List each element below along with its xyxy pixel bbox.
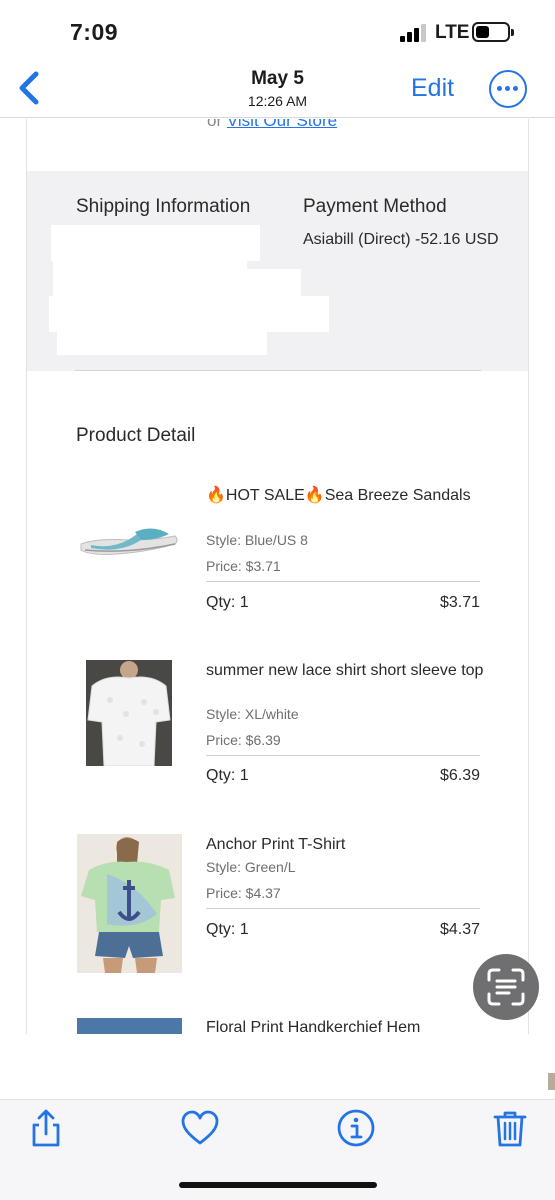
share-icon xyxy=(32,1109,60,1147)
info-icon xyxy=(337,1109,375,1147)
product-style: Style: XL/white xyxy=(206,706,299,722)
product-style: Style: Green/L xyxy=(206,859,296,875)
status-bar: 7:09 LTE xyxy=(0,0,555,62)
product-image[interactable] xyxy=(77,834,182,973)
product-divider xyxy=(206,581,480,582)
product-divider xyxy=(206,908,480,909)
product-price: Price: $3.71 xyxy=(206,558,281,574)
info-button[interactable] xyxy=(336,1108,376,1148)
home-indicator xyxy=(179,1182,377,1188)
redacted-block xyxy=(49,296,329,332)
email-body: or Visit Our Store Shipping Information … xyxy=(26,119,529,1034)
redacted-block xyxy=(57,329,267,355)
redacted-block xyxy=(51,225,260,261)
divider xyxy=(75,370,481,371)
product-qty: Qty: 1 xyxy=(206,921,249,938)
message-time: 12:26 AM xyxy=(247,93,308,109)
product-qty: Qty: 1 xyxy=(206,767,249,784)
product-name[interactable]: Floral Print Handkerchief Hem xyxy=(206,1018,486,1034)
product-image[interactable] xyxy=(77,510,181,560)
product-item: Anchor Print T-Shirt Style: Green/L Pric… xyxy=(27,834,528,974)
product-item: 🔥HOT SALE🔥Sea Breeze Sandals Style: Blue… xyxy=(27,485,528,615)
product-style: Style: Blue/US 8 xyxy=(206,532,308,548)
product-qty: Qty: 1 xyxy=(206,594,249,611)
text-scan-icon xyxy=(487,968,525,1006)
redacted-block xyxy=(53,269,301,297)
product-name[interactable]: Anchor Print T-Shirt xyxy=(206,835,486,855)
product-total: $4.37 xyxy=(439,921,480,938)
payment-title: Payment Method xyxy=(303,196,447,217)
product-item: Floral Print Handkerchief Hem xyxy=(27,1017,528,1034)
product-image[interactable] xyxy=(77,1018,182,1034)
live-text-button[interactable] xyxy=(473,954,539,1020)
next-item-peek xyxy=(548,1073,555,1090)
product-total: $6.39 xyxy=(439,767,480,784)
product-price: Price: $4.37 xyxy=(206,885,281,901)
visit-prefix: or xyxy=(207,119,223,130)
shipping-title: Shipping Information xyxy=(76,196,251,217)
battery-icon xyxy=(472,22,514,42)
visit-store-link[interactable]: Visit Our Store xyxy=(227,119,337,130)
product-item: summer new lace shirt short sleeve top S… xyxy=(27,660,528,790)
heart-icon xyxy=(181,1110,219,1145)
product-name[interactable]: 🔥HOT SALE🔥Sea Breeze Sandals xyxy=(206,486,486,506)
product-image[interactable] xyxy=(86,660,172,766)
product-divider xyxy=(206,755,480,756)
product-price: Price: $6.39 xyxy=(206,732,281,748)
message-date: May 5 xyxy=(251,68,304,89)
product-total: $3.71 xyxy=(439,594,480,611)
more-button[interactable] xyxy=(489,70,527,108)
status-time: 7:09 xyxy=(70,19,119,45)
cell-signal-icon xyxy=(400,24,428,42)
edit-button[interactable]: Edit xyxy=(411,74,454,103)
share-button[interactable] xyxy=(26,1108,66,1148)
trash-icon xyxy=(493,1111,527,1147)
nav-title: May 5 12:26 AM xyxy=(0,68,555,109)
product-detail-title: Product Detail xyxy=(76,425,196,446)
visit-store-line: or Visit Our Store xyxy=(207,119,337,131)
nav-bar: May 5 12:26 AM Edit xyxy=(0,62,555,118)
payment-value: Asiabill (Direct) -52.16 USD xyxy=(303,231,499,248)
favorite-button[interactable] xyxy=(180,1108,220,1148)
delete-button[interactable] xyxy=(490,1108,530,1148)
network-type: LTE xyxy=(435,22,470,43)
product-name[interactable]: summer new lace shirt short sleeve top xyxy=(206,661,486,681)
info-band: Shipping Information Payment Method Asia… xyxy=(27,171,528,371)
